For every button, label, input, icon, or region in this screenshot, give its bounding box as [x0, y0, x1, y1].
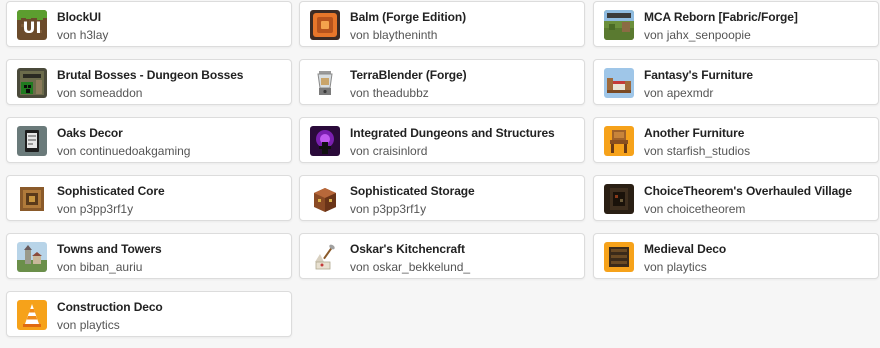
mod-card-overhauled-village[interactable]: ChoiceTheorem's Overhauled Village von c…	[593, 175, 879, 221]
mod-title[interactable]: Medieval Deco	[644, 242, 726, 256]
mod-title[interactable]: Brutal Bosses - Dungeon Bosses	[57, 68, 243, 82]
mca-reborn-icon	[604, 10, 634, 40]
mod-author: von blaytheninth	[350, 28, 438, 42]
mod-title[interactable]: TerraBlender (Forge)	[350, 68, 467, 82]
integrated-dungeons-icon	[310, 126, 340, 156]
mod-author: von starfish_studios	[644, 144, 751, 158]
mod-title[interactable]: Towns and Towers	[57, 242, 162, 256]
mod-card-construction-deco[interactable]: Construction Deco von playtics	[6, 291, 292, 337]
mod-title[interactable]: Integrated Dungeons and Structures	[350, 126, 555, 140]
mod-author: von jahx_senpoopie	[644, 28, 751, 42]
mod-card-blockui[interactable]: UI BlockUI von h3lay	[6, 1, 292, 47]
mod-author: von playtics	[644, 260, 707, 274]
mod-card-integrated-dungeons[interactable]: Integrated Dungeons and Structures von c…	[299, 117, 585, 163]
mod-card-another-furniture[interactable]: Another Furniture von starfish_studios	[593, 117, 879, 163]
sophisticated-storage-icon	[310, 184, 340, 214]
mod-author: von apexmdr	[644, 86, 714, 100]
mod-card-towns-and-towers[interactable]: Towns and Towers von biban_auriu	[6, 233, 292, 279]
oaks-decor-icon	[17, 126, 47, 156]
svg-text:UI: UI	[23, 18, 42, 37]
terrablender-icon	[310, 68, 340, 98]
mod-author: von craisinlord	[350, 144, 428, 158]
mod-card-kitchencraft[interactable]: Oskar's Kitchencraft von oskar_bekkelund…	[299, 233, 585, 279]
mod-title[interactable]: Sophisticated Storage	[350, 184, 475, 198]
mod-title[interactable]: ChoiceTheorem's Overhauled Village	[644, 184, 852, 198]
construction-deco-icon	[17, 300, 47, 330]
mod-grid: UI BlockUI von h3lay Balm (Forge Edition…	[0, 0, 880, 348]
brutal-bosses-icon	[17, 68, 47, 98]
mod-card-oaks-decor[interactable]: Oaks Decor von continuedoakgaming	[6, 117, 292, 163]
mod-title[interactable]: Sophisticated Core	[57, 184, 165, 198]
mod-title[interactable]: BlockUI	[57, 10, 101, 24]
mod-author: von someaddon	[57, 86, 143, 100]
another-furniture-icon	[604, 126, 634, 156]
mod-author: von choicetheorem	[644, 202, 746, 216]
mod-card-mca-reborn[interactable]: MCA Reborn [Fabric/Forge] von jahx_senpo…	[593, 1, 879, 47]
mod-title[interactable]: Another Furniture	[644, 126, 744, 140]
mod-card-medieval-deco[interactable]: Medieval Deco von playtics	[593, 233, 879, 279]
mod-card-brutal-bosses[interactable]: Brutal Bosses - Dungeon Bosses von somea…	[6, 59, 292, 105]
towns-and-towers-icon	[17, 242, 47, 272]
fantasys-furniture-icon	[604, 68, 634, 98]
mod-card-sophisticated-core[interactable]: Sophisticated Core von p3pp3rf1y	[6, 175, 292, 221]
mod-title[interactable]: Construction Deco	[57, 300, 163, 314]
mod-card-fantasys-furniture[interactable]: Fantasy's Furniture von apexmdr	[593, 59, 879, 105]
mod-author: von p3pp3rf1y	[57, 202, 134, 216]
mod-author: von continuedoakgaming	[57, 144, 191, 158]
blockui-icon: UI	[17, 10, 47, 40]
mod-author: von theadubbz	[350, 86, 429, 100]
mod-author: von h3lay	[57, 28, 109, 42]
overhauled-village-icon	[604, 184, 634, 214]
mod-author: von oskar_bekkelund_	[350, 260, 471, 274]
mod-author: von biban_auriu	[57, 260, 143, 274]
mod-card-balm[interactable]: Balm (Forge Edition) von blaytheninth	[299, 1, 585, 47]
mod-title[interactable]: Balm (Forge Edition)	[350, 10, 466, 24]
mod-title[interactable]: MCA Reborn [Fabric/Forge]	[644, 10, 798, 24]
mod-author: von p3pp3rf1y	[350, 202, 427, 216]
mod-card-terrablender[interactable]: TerraBlender (Forge) von theadubbz	[299, 59, 585, 105]
mod-author: von playtics	[57, 318, 120, 332]
balm-icon	[310, 10, 340, 40]
mod-title[interactable]: Oaks Decor	[57, 126, 123, 140]
mod-card-sophisticated-storage[interactable]: Sophisticated Storage von p3pp3rf1y	[299, 175, 585, 221]
kitchencraft-icon	[310, 242, 340, 272]
medieval-deco-icon	[604, 242, 634, 272]
mod-title[interactable]: Fantasy's Furniture	[644, 68, 753, 82]
sophisticated-core-icon	[17, 184, 47, 214]
mod-title[interactable]: Oskar's Kitchencraft	[350, 242, 465, 256]
